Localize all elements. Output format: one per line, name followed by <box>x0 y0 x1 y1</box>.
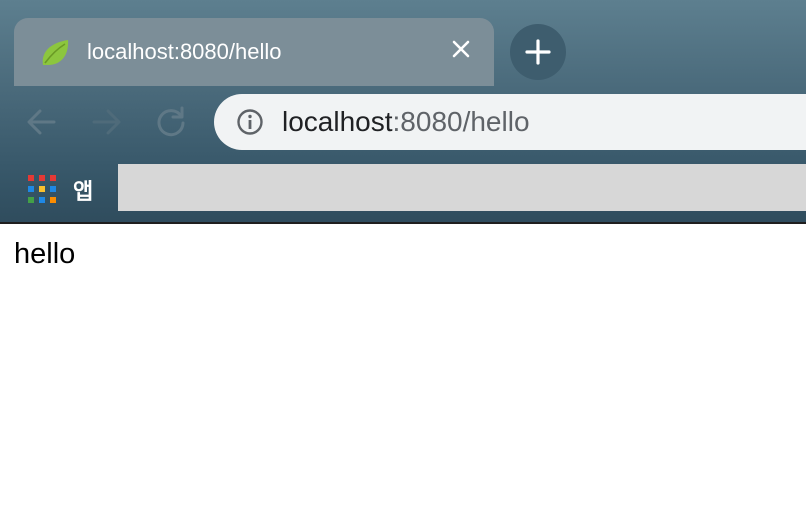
info-icon[interactable] <box>236 108 264 136</box>
new-tab-button[interactable] <box>510 24 566 80</box>
apps-grid-icon[interactable] <box>28 175 56 203</box>
back-arrow-icon[interactable] <box>24 104 60 140</box>
url-path: :8080/hello <box>392 106 530 137</box>
spring-leaf-icon <box>42 40 69 65</box>
url-text[interactable]: localhost:8080/hello <box>282 106 530 138</box>
address-bar[interactable]: localhost:8080/hello <box>214 94 806 150</box>
plus-icon <box>525 39 551 65</box>
tab-title: localhost:8080/hello <box>87 39 282 64</box>
toolbar-divider <box>0 222 806 224</box>
page-body-text: hello <box>14 238 76 270</box>
bookmarks-bar <box>118 164 806 211</box>
close-icon[interactable] <box>446 34 476 64</box>
forward-arrow-icon[interactable] <box>88 104 124 140</box>
url-host: localhost <box>282 106 393 137</box>
reload-icon[interactable] <box>153 104 189 140</box>
apps-label[interactable]: 앱 <box>73 174 93 206</box>
browser-chrome: localhost:8080/hello localhost:8080/hell… <box>0 0 806 223</box>
browser-tab[interactable]: localhost:8080/hello <box>14 18 494 86</box>
